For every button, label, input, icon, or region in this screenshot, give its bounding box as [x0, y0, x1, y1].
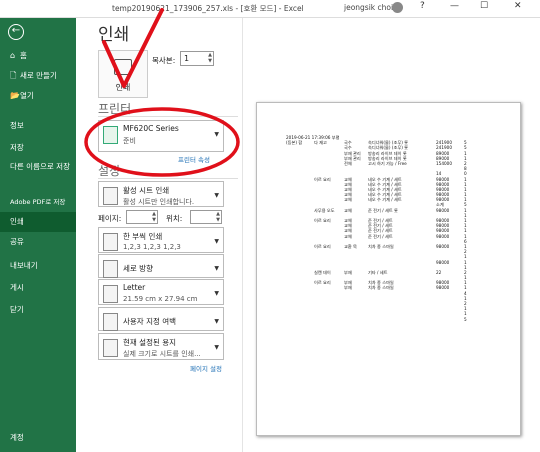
section-divider — [98, 178, 238, 179]
pages-label: 페이지: — [98, 214, 122, 223]
sidebar-item-label: 내보내기 — [10, 261, 38, 270]
setting-label: 현재 설정된 용지 — [123, 338, 177, 347]
sidebar-item-save-pdf[interactable]: Adobe PDF로 저장 — [0, 192, 76, 212]
settings-section-title: 설정 — [98, 164, 121, 178]
sidebar-item-save-as[interactable]: 다른 이름으로 저장 — [0, 160, 70, 182]
sidebar-item-home[interactable]: ⌂ 홈 — [0, 46, 76, 66]
setting-description: 1,2,3 1,2,3 1,2,3 — [123, 243, 181, 251]
margins-select[interactable]: 사용자 지정 여백 ▼ — [98, 307, 224, 331]
printer-name: MF620C Series — [123, 124, 179, 133]
printer-status: 준비 — [123, 137, 136, 145]
sidebar-item-export[interactable]: 내보내기 — [0, 256, 76, 276]
page-setup-link[interactable]: 페이지 설정 — [190, 363, 222, 373]
sidebar-item-label: 열기 — [20, 91, 34, 100]
panel-divider — [242, 18, 243, 452]
printer-icon — [114, 59, 132, 75]
collate-icon — [103, 233, 118, 251]
sidebar-item-share[interactable]: 공유 — [0, 232, 76, 252]
home-icon: ⌂ — [10, 51, 16, 60]
sidebar-item-label: 계정 — [10, 433, 24, 442]
sidebar-item-print[interactable]: 인쇄 — [0, 212, 76, 232]
window-title: temp20190621_173906_257.xls - [호환 모드] - … — [112, 4, 304, 13]
page-title: 인쇄 — [98, 25, 130, 45]
avatar[interactable] — [392, 2, 403, 13]
sidebar-item-label: 닫기 — [10, 305, 24, 314]
chevron-down-icon: ▼ — [214, 238, 219, 245]
paper-size-select[interactable]: Letter 21.59 cm x 27.94 cm ▼ — [98, 279, 224, 305]
scaling-select[interactable]: 현재 설정된 용지 실제 크기로 시트를 인쇄... ▼ — [98, 333, 224, 360]
printer-properties-link[interactable]: 프린터 속성 — [178, 154, 210, 164]
backstage-sidebar: ← ⌂ 홈 🗋 새로 만들기 📂열기 정보 저장 다른 이름으로 저장 Adobe … — [0, 18, 76, 452]
setting-label: 세로 방향 — [123, 264, 153, 273]
setting-label: 한 부씩 인쇄 — [123, 232, 163, 241]
orientation-select[interactable]: 세로 방향 ▼ — [98, 254, 224, 278]
chevron-down-icon: ▼ — [214, 318, 219, 325]
printer-section-title: 프린터 — [98, 102, 132, 116]
scaling-icon — [103, 339, 118, 357]
setting-label: 사용자 지정 여백 — [123, 317, 177, 326]
user-name[interactable]: jeongsik choi — [344, 3, 393, 12]
spinner-icon[interactable]: ▲ ▼ — [208, 52, 212, 64]
new-file-icon: 🗋 — [10, 71, 17, 80]
chevron-down-icon: ▼ — [214, 290, 219, 297]
margins-icon — [103, 313, 118, 331]
preview-sheet: 2019-06-21 17:39:06 부평 (등본) 합다 재고 국수 숙디너워(… — [286, 135, 516, 322]
sidebar-item-label: 게시 — [10, 283, 24, 292]
spinner-icon[interactable]: ▲ ▼ — [216, 211, 220, 223]
sidebar-item-label: 정보 — [10, 121, 24, 130]
setting-description: 활성 시트만 인쇄합니다. — [123, 198, 195, 206]
spinner-icon[interactable]: ▲ ▼ — [152, 211, 156, 223]
to-label: 위치: — [166, 214, 183, 223]
setting-description: 21.59 cm x 27.94 cm — [123, 295, 198, 303]
copies-value: 1 — [184, 54, 190, 63]
chevron-down-icon: ▼ — [214, 131, 219, 138]
chevron-down-icon: ▼ — [214, 265, 219, 272]
sidebar-item-info[interactable]: 정보 — [0, 116, 76, 136]
print-button[interactable]: 인쇄 — [98, 50, 148, 98]
sidebar-item-account[interactable]: 계정 — [0, 428, 76, 448]
preview-cell: 5 — [464, 316, 467, 322]
sheet-icon — [103, 187, 118, 205]
copies-input[interactable]: 1 ▲ ▼ — [180, 51, 214, 66]
folder-icon: 📂 — [10, 91, 20, 100]
sidebar-item-label: 저장 — [10, 143, 24, 152]
chevron-down-icon: ▼ — [214, 344, 219, 351]
collate-select[interactable]: 한 부씩 인쇄 1,2,3 1,2,3 1,2,3 ▼ — [98, 227, 224, 253]
sidebar-item-new[interactable]: 🗋 새로 만들기 — [0, 66, 76, 86]
sidebar-item-label: 다른 이름으로 저장 — [10, 162, 70, 171]
maximize-button[interactable]: ☐ — [480, 1, 488, 11]
setting-label: Letter — [123, 283, 146, 292]
chevron-down-icon: ▼ — [214, 192, 219, 199]
copies-label: 복사본: — [152, 56, 176, 65]
printer-ready-icon — [103, 126, 118, 144]
pages-to-input[interactable]: ▲ ▼ — [190, 210, 222, 224]
back-arrow-icon[interactable]: ← — [8, 24, 24, 40]
paper-icon — [103, 285, 118, 303]
close-button[interactable]: ✕ — [514, 1, 522, 11]
sidebar-item-label: 홈 — [20, 51, 27, 60]
sidebar-item-label: 인쇄 — [10, 217, 24, 226]
portrait-icon — [103, 260, 118, 278]
sidebar-item-open[interactable]: 📂열기 — [0, 86, 76, 106]
help-button[interactable]: ? — [420, 1, 425, 11]
sidebar-item-publish[interactable]: 게시 — [0, 278, 76, 298]
print-what-select[interactable]: 활성 시트 인쇄 활성 시트만 인쇄합니다. ▼ — [98, 181, 224, 207]
printer-select[interactable]: MF620C Series 준비 ▼ — [98, 120, 224, 152]
minimize-button[interactable]: — — [450, 1, 459, 11]
sidebar-item-label: Adobe PDF로 저장 — [10, 198, 66, 206]
sidebar-item-label: 새로 만들기 — [20, 71, 57, 80]
section-divider — [98, 116, 238, 117]
setting-description: 실제 크기로 시트를 인쇄... — [123, 350, 201, 358]
title-bar: temp20190621_173906_257.xls - [호환 모드] - … — [0, 0, 540, 18]
setting-label: 활성 시트 인쇄 — [123, 186, 170, 195]
sidebar-item-save[interactable]: 저장 — [0, 138, 76, 158]
pages-from-input[interactable]: ▲ ▼ — [126, 210, 158, 224]
sidebar-item-close[interactable]: 닫기 — [0, 300, 76, 320]
sidebar-item-label: 공유 — [10, 237, 24, 246]
preview-row: 5 — [286, 317, 516, 322]
print-button-label: 인쇄 — [115, 83, 131, 92]
